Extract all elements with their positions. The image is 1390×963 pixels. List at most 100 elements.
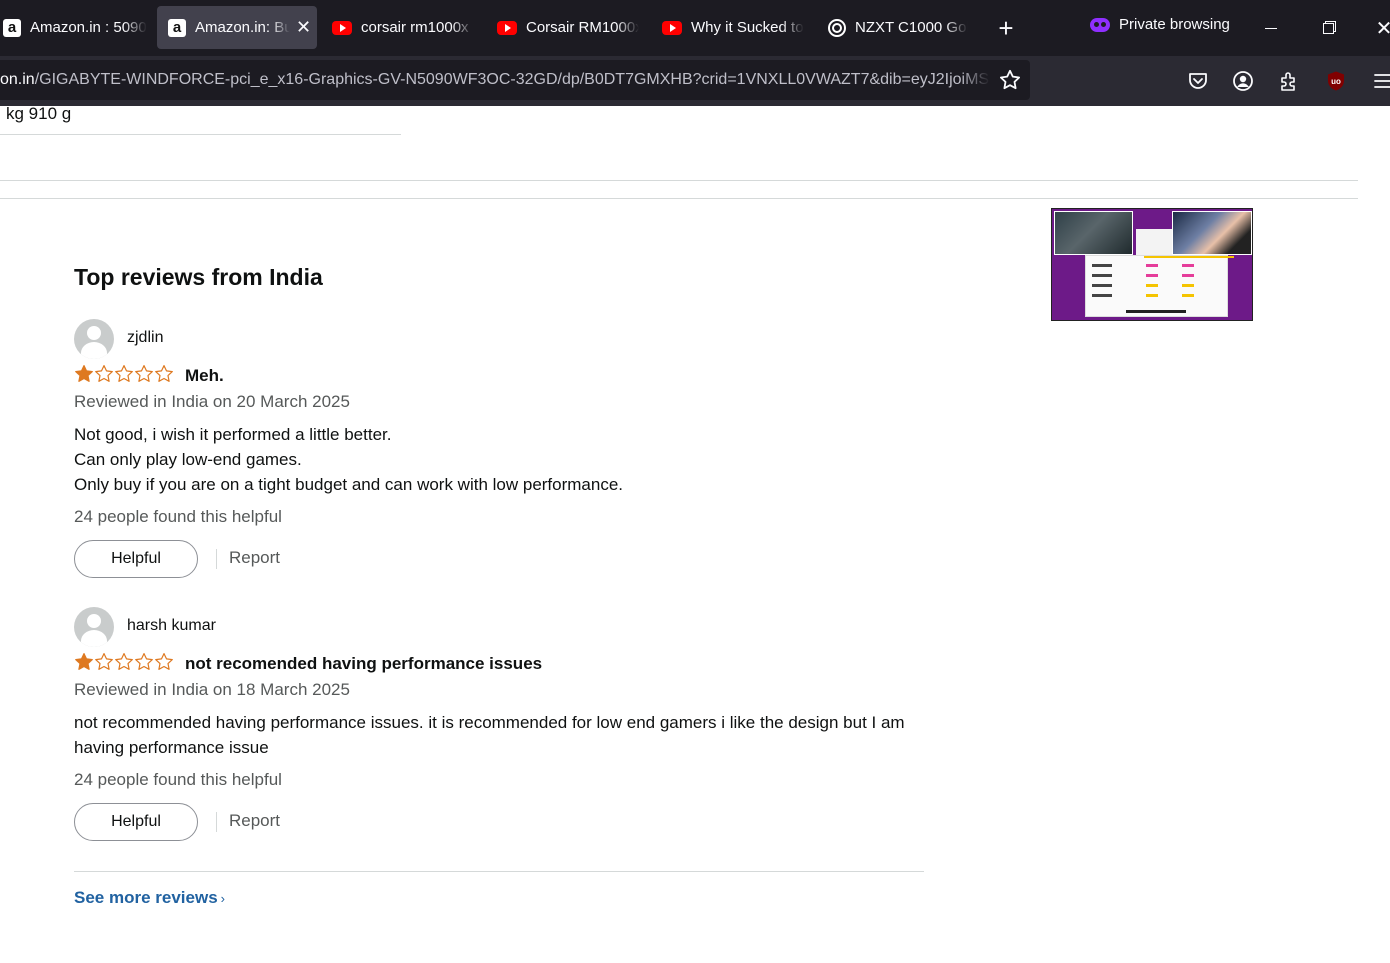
star-empty-icon bbox=[115, 653, 133, 670]
report-link[interactable]: Report bbox=[229, 811, 280, 831]
divider bbox=[216, 549, 217, 569]
reviewer-avatar bbox=[74, 319, 114, 359]
divider bbox=[0, 180, 1358, 181]
navigation-toolbar: on.in/GIGABYTE-WINDFORCE-pci_e_x16-Graph… bbox=[0, 56, 1390, 106]
account-icon[interactable] bbox=[1232, 70, 1254, 92]
video-ad-thumbnail[interactable] bbox=[1051, 208, 1253, 321]
reviews-section-title: Top reviews from India bbox=[74, 264, 323, 290]
thumbnail-bar bbox=[1144, 256, 1234, 258]
thumbnail-row bbox=[1092, 284, 1112, 287]
thumbnail-row bbox=[1182, 264, 1194, 267]
thumbnail-row bbox=[1146, 264, 1158, 267]
private-mask-icon bbox=[1090, 17, 1110, 32]
close-window-button[interactable]: ✕ bbox=[1364, 8, 1390, 48]
thumbnail-row bbox=[1146, 294, 1158, 297]
thumbnail-row bbox=[1182, 294, 1194, 297]
reviewer-name: harsh kumar bbox=[127, 617, 216, 634]
divider bbox=[216, 812, 217, 832]
review-body-line: Only buy if you are on a tight budget an… bbox=[74, 475, 624, 494]
tab-why-it-sucked[interactable]: Why it Sucked to bbox=[662, 6, 807, 49]
star-empty-icon bbox=[95, 365, 113, 382]
thumbnail-row bbox=[1126, 310, 1186, 313]
thumbnail-benchmark-table bbox=[1085, 255, 1234, 317]
url-path: /GIGABYTE-WINDFORCE-pci_e_x16-Graphics-G… bbox=[34, 71, 990, 88]
review-body-line: not recommended having performance issue… bbox=[74, 713, 905, 757]
restore-button[interactable] bbox=[1308, 8, 1348, 48]
url-bar[interactable]: on.in/GIGABYTE-WINDFORCE-pci_e_x16-Graph… bbox=[0, 60, 1030, 100]
divider bbox=[0, 198, 1358, 199]
private-browsing-indicator: Private browsing bbox=[1090, 16, 1230, 33]
star-empty-icon bbox=[115, 365, 133, 382]
star-empty-icon bbox=[155, 653, 173, 670]
youtube-icon bbox=[332, 20, 352, 35]
review-title[interactable]: not recomended having performance issues bbox=[185, 654, 542, 674]
minimize-button[interactable] bbox=[1251, 8, 1291, 48]
thumbnail-small-table bbox=[1136, 229, 1172, 255]
ublock-origin-icon[interactable]: uo bbox=[1325, 70, 1347, 92]
tab-label: Corsair RM1000x bbox=[526, 19, 639, 36]
helpful-button[interactable]: Helpful bbox=[74, 803, 198, 841]
reviewer-avatar bbox=[74, 607, 114, 647]
pocket-icon[interactable] bbox=[1187, 70, 1209, 92]
thumbnail-game-scene bbox=[1054, 211, 1133, 255]
tab-amazon-5090[interactable]: a Amazon.in : 5090 bbox=[0, 6, 153, 49]
svg-text:uo: uo bbox=[1331, 77, 1341, 86]
thumbnail-row bbox=[1146, 284, 1158, 287]
minimize-icon bbox=[1265, 27, 1277, 29]
bookmark-star-icon[interactable] bbox=[998, 68, 1022, 92]
star-empty-icon bbox=[135, 653, 153, 670]
tab-amazon-gigabyte[interactable]: a Amazon.in: Buy GIGABYTE ✕ bbox=[157, 6, 317, 49]
tab-nzxt-c1000[interactable]: NZXT C1000 Gold bbox=[828, 6, 973, 49]
thumbnail-row bbox=[1092, 274, 1112, 277]
tab-corsair-review[interactable]: corsair rm1000x review bbox=[332, 6, 477, 49]
review-body: Not good, i wish it performed a little b… bbox=[74, 422, 924, 497]
amazon-icon: a bbox=[168, 18, 186, 37]
review-date: Reviewed in India on 18 March 2025 bbox=[74, 680, 350, 699]
close-tab-icon[interactable]: ✕ bbox=[296, 17, 311, 38]
review-body-line: Can only play low-end games. bbox=[74, 450, 302, 469]
divider bbox=[0, 134, 401, 135]
tab-label: Amazon.in : 5090 bbox=[30, 19, 147, 36]
youtube-icon bbox=[662, 20, 682, 35]
see-more-reviews-link[interactable]: See more reviews › bbox=[74, 888, 225, 908]
new-tab-button[interactable]: + bbox=[994, 14, 1018, 42]
tab-bar: a Amazon.in : 5090 a Amazon.in: Buy GIGA… bbox=[0, 0, 1390, 56]
star-rating[interactable] bbox=[74, 652, 174, 672]
thumbnail-row bbox=[1182, 274, 1194, 277]
youtube-icon bbox=[497, 20, 517, 35]
review-body-line: Not good, i wish it performed a little b… bbox=[74, 425, 392, 444]
see-more-label: See more reviews bbox=[74, 888, 218, 907]
helpful-button[interactable]: Helpful bbox=[74, 540, 198, 578]
review-item: zjdlin Meh. Reviewed in India on 20 Marc… bbox=[74, 319, 924, 579]
url-text[interactable]: on.in/GIGABYTE-WINDFORCE-pci_e_x16-Graph… bbox=[0, 71, 990, 89]
review-date: Reviewed in India on 20 March 2025 bbox=[74, 392, 350, 411]
star-empty-icon bbox=[135, 365, 153, 382]
report-link[interactable]: Report bbox=[229, 548, 280, 568]
url-domain: on.in bbox=[0, 71, 35, 88]
page-content: kg 910 g Top reviews from India zjdlin M… bbox=[0, 106, 1390, 963]
item-weight-value: kg 910 g bbox=[6, 106, 72, 123]
thumbnail-row bbox=[1182, 284, 1194, 287]
star-empty-icon bbox=[95, 653, 113, 670]
thumbnail-row bbox=[1146, 274, 1158, 277]
star-filled-icon bbox=[75, 365, 93, 382]
star-empty-icon bbox=[155, 365, 173, 382]
star-rating[interactable] bbox=[74, 364, 174, 384]
review-item: harsh kumar not recomended having perfor… bbox=[74, 607, 924, 867]
helpful-count: 24 people found this helpful bbox=[74, 770, 282, 789]
tab-corsair-rm1000x[interactable]: Corsair RM1000x bbox=[497, 6, 642, 49]
review-body: not recommended having performance issue… bbox=[74, 710, 924, 760]
thumbnail-presenter bbox=[1172, 211, 1252, 255]
review-title[interactable]: Meh. bbox=[185, 366, 224, 386]
divider bbox=[74, 871, 924, 872]
close-icon: ✕ bbox=[1375, 17, 1390, 40]
tab-label: corsair rm1000x review bbox=[361, 19, 474, 36]
extensions-icon[interactable] bbox=[1278, 70, 1300, 92]
menu-icon[interactable] bbox=[1372, 70, 1390, 92]
reviewer-name: zjdlin bbox=[127, 329, 164, 346]
openai-icon bbox=[828, 18, 846, 37]
star-filled-icon bbox=[75, 653, 93, 670]
helpful-count: 24 people found this helpful bbox=[74, 507, 282, 526]
restore-icon bbox=[1322, 22, 1334, 34]
private-browsing-label: Private browsing bbox=[1119, 16, 1230, 33]
